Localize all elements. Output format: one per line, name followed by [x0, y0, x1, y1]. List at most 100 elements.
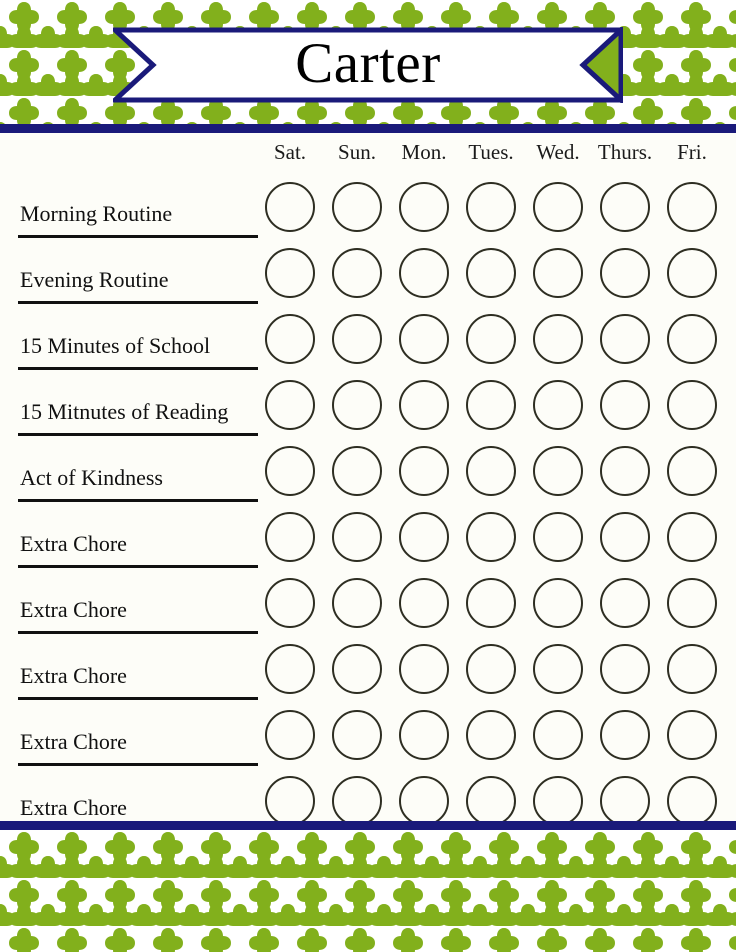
checkbox-circle[interactable] — [600, 578, 650, 628]
chore-label: Extra Chore — [20, 597, 127, 622]
checkbox-circle[interactable] — [332, 512, 382, 562]
checkbox-circle[interactable] — [466, 512, 516, 562]
quatrefoil-pattern-bottom — [0, 830, 736, 952]
checkbox-circle[interactable] — [466, 776, 516, 826]
checkbox-circle[interactable] — [667, 314, 717, 364]
checkbox-circle[interactable] — [265, 776, 315, 826]
checkbox-circle[interactable] — [600, 446, 650, 496]
checkbox-circle[interactable] — [533, 248, 583, 298]
checkbox-circle[interactable] — [600, 248, 650, 298]
checkbox-circle[interactable] — [600, 710, 650, 760]
checkbox-circle[interactable] — [265, 578, 315, 628]
chore-name-write-in-line[interactable]: 15 Mitnutes of Reading — [18, 374, 258, 436]
checkbox-circle[interactable] — [399, 710, 449, 760]
checkbox-circle[interactable] — [466, 710, 516, 760]
checkbox-circle[interactable] — [399, 578, 449, 628]
chore-name-write-in-line[interactable]: Extra Chore — [18, 704, 258, 766]
chore-label: Extra Chore — [20, 795, 127, 820]
day-header-row: Sat. Sun. Mon. Tues. Wed. Thurs. Fri. — [0, 140, 736, 176]
checkbox-circle[interactable] — [332, 644, 382, 694]
checkbox-circle[interactable] — [332, 446, 382, 496]
checkbox-circle[interactable] — [466, 314, 516, 364]
checkbox-circle[interactable] — [533, 578, 583, 628]
chore-name-write-in-line[interactable]: Extra Chore — [18, 506, 258, 568]
chore-name-write-in-line[interactable]: Act of Kindness — [18, 440, 258, 502]
checkbox-circle[interactable] — [600, 776, 650, 826]
day-header-sat: Sat. — [273, 140, 307, 164]
checkbox-circle[interactable] — [667, 512, 717, 562]
checkbox-circle[interactable] — [332, 380, 382, 430]
checkbox-circle[interactable] — [600, 380, 650, 430]
checkbox-circle[interactable] — [265, 710, 315, 760]
table-row: 15 Mitnutes of Reading — [0, 374, 736, 440]
checkbox-circle[interactable] — [265, 446, 315, 496]
checkbox-circle[interactable] — [265, 248, 315, 298]
chore-name-write-in-line[interactable]: Extra Chore — [18, 638, 258, 700]
checkbox-circle[interactable] — [332, 248, 382, 298]
checkbox-circle[interactable] — [533, 182, 583, 232]
checkbox-circle[interactable] — [667, 710, 717, 760]
checkbox-circle[interactable] — [332, 182, 382, 232]
checkbox-circle[interactable] — [667, 248, 717, 298]
checkbox-circle[interactable] — [466, 248, 516, 298]
table-row: Extra Chore — [0, 506, 736, 572]
chore-label: Evening Routine — [20, 267, 169, 292]
checkbox-circle[interactable] — [667, 578, 717, 628]
checkbox-circle[interactable] — [466, 380, 516, 430]
checkbox-circle[interactable] — [399, 314, 449, 364]
chore-chart-page: Carter Sat. Sun. Mon. Tues. Wed. Thurs. Fri. M… — [0, 0, 736, 952]
checkbox-circle[interactable] — [600, 182, 650, 232]
chore-label: 15 Mitnutes of Reading — [20, 399, 229, 424]
checkbox-circle[interactable] — [332, 314, 382, 364]
checkbox-circle[interactable] — [265, 182, 315, 232]
checkbox-circle[interactable] — [667, 644, 717, 694]
checkbox-circle[interactable] — [265, 380, 315, 430]
checkbox-circle[interactable] — [667, 380, 717, 430]
table-row: Morning Routine — [0, 176, 736, 242]
chore-name-write-in-line[interactable]: 15 Minutes of School — [18, 308, 258, 370]
chore-label: Extra Chore — [20, 531, 127, 556]
chore-name-write-in-line[interactable]: Morning Routine — [18, 176, 258, 238]
checkbox-circle[interactable] — [332, 578, 382, 628]
checkbox-circle[interactable] — [667, 446, 717, 496]
name-banner: Carter — [113, 27, 623, 103]
top-navy-divider — [0, 124, 736, 133]
checkbox-circle[interactable] — [600, 644, 650, 694]
checkbox-circle[interactable] — [399, 380, 449, 430]
checkbox-circle[interactable] — [533, 512, 583, 562]
checkbox-circle[interactable] — [399, 182, 449, 232]
checkbox-circle[interactable] — [466, 644, 516, 694]
checkbox-circle[interactable] — [533, 380, 583, 430]
checkbox-circle[interactable] — [399, 446, 449, 496]
checkbox-circle[interactable] — [265, 314, 315, 364]
checkbox-circle[interactable] — [533, 314, 583, 364]
table-row: 15 Minutes of School — [0, 308, 736, 374]
checkbox-circle[interactable] — [399, 776, 449, 826]
chore-name-write-in-line[interactable]: Evening Routine — [18, 242, 258, 304]
checkbox-circle[interactable] — [399, 644, 449, 694]
checkbox-circle[interactable] — [399, 248, 449, 298]
checkbox-circle[interactable] — [533, 446, 583, 496]
day-header-mon: Mon. — [401, 140, 447, 164]
checkbox-circle[interactable] — [399, 512, 449, 562]
checkbox-circle[interactable] — [265, 512, 315, 562]
checkbox-circle[interactable] — [533, 710, 583, 760]
day-header-tues: Tues. — [468, 140, 514, 164]
checkbox-circle[interactable] — [265, 644, 315, 694]
checkbox-circle[interactable] — [332, 776, 382, 826]
checkbox-circle[interactable] — [667, 776, 717, 826]
checkbox-circle[interactable] — [600, 512, 650, 562]
chore-label: 15 Minutes of School — [20, 333, 211, 358]
checkbox-circle[interactable] — [466, 446, 516, 496]
checkbox-circle[interactable] — [332, 710, 382, 760]
checkbox-circle[interactable] — [466, 182, 516, 232]
checkbox-circle[interactable] — [466, 578, 516, 628]
chore-rows: Morning Routine Evening Routine 15 Minutes… — [0, 176, 736, 836]
table-row: Extra Chore — [0, 638, 736, 704]
checkbox-circle[interactable] — [533, 776, 583, 826]
chore-name-write-in-line[interactable]: Extra Chore — [18, 572, 258, 634]
checkbox-circle[interactable] — [600, 314, 650, 364]
checkbox-circle[interactable] — [667, 182, 717, 232]
table-row: Extra Chore — [0, 704, 736, 770]
checkbox-circle[interactable] — [533, 644, 583, 694]
